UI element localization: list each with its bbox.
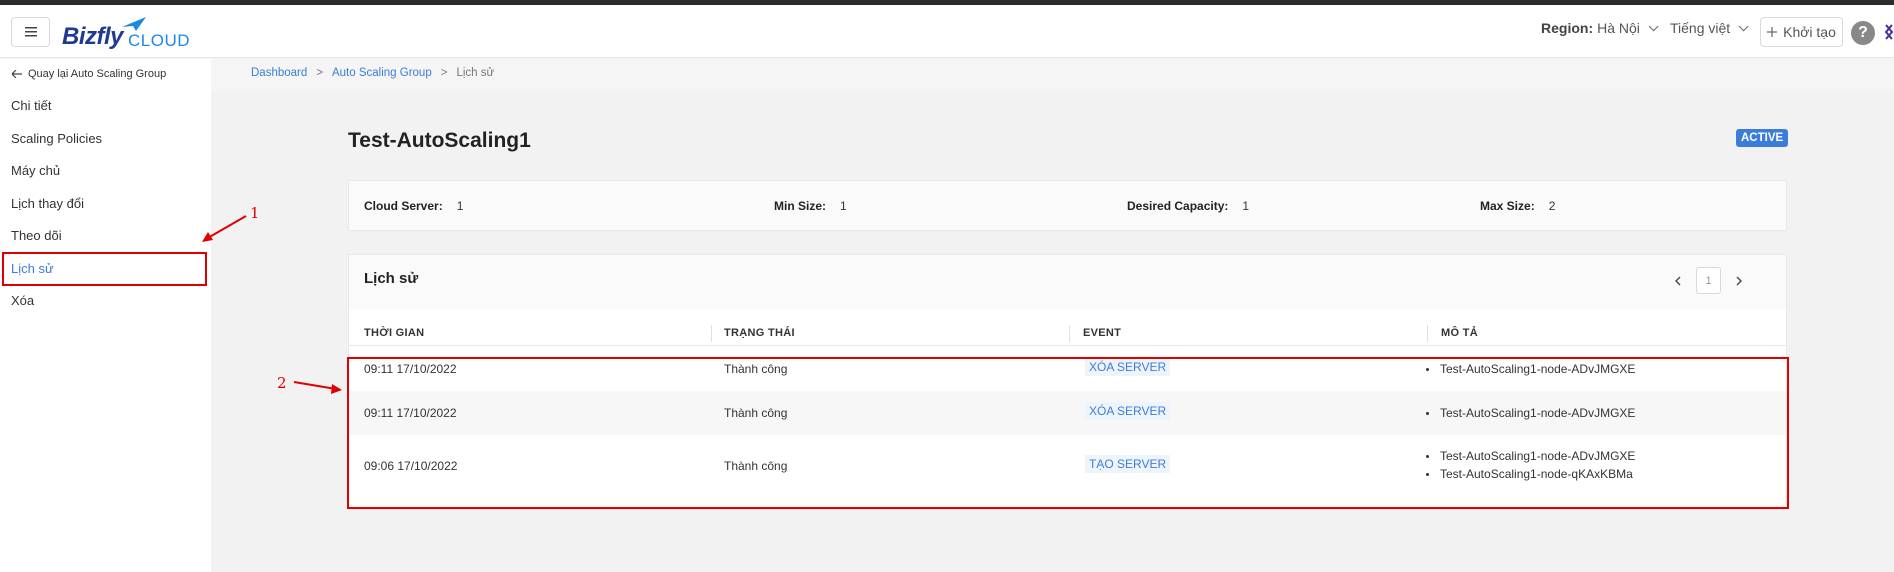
table-header: THỜI GIAN TRẠNG THÁI EVENT MÔ TẢ (349, 321, 1786, 346)
annotation-arrow-icon (293, 381, 342, 394)
help-icon[interactable]: ? (1851, 21, 1875, 45)
info-label: Cloud Server: (364, 199, 443, 213)
annotation-arrow-icon (202, 215, 247, 242)
chevron-right-icon[interactable] (1735, 276, 1743, 286)
column-separator (1427, 325, 1428, 342)
create-label: Khởi tạo (1783, 24, 1836, 40)
sidebar-item-monitoring[interactable]: Theo dõi (0, 220, 211, 253)
column-header-event: EVENT (1083, 327, 1122, 339)
breadcrumb-current: Lịch sử (456, 67, 495, 79)
column-header-status: TRẠNG THÁI (724, 327, 795, 339)
column-header-description: MÔ TẢ (1441, 327, 1478, 339)
history-title: Lịch sử (364, 270, 419, 287)
language-selector[interactable]: Tiếng việt (1670, 20, 1749, 36)
annotation-box-table (347, 357, 1789, 509)
info-label: Min Size: (774, 199, 827, 213)
region-value: Hà Nội (1597, 20, 1640, 36)
breadcrumb-auto-scaling-group[interactable]: Auto Scaling Group (332, 67, 432, 79)
breadcrumb-separator: > (440, 67, 448, 79)
info-value: 1 (1242, 199, 1250, 213)
info-value: 1 (840, 199, 847, 213)
region-label: Region: (1541, 20, 1594, 36)
top-header: Bizfly CLOUD Region: Hà Nội Tiếng việt K… (0, 5, 1894, 58)
info-card: Cloud Server: 1 Min Size: 1 Desired Capa… (348, 180, 1787, 231)
chevron-down-icon (1738, 20, 1749, 31)
info-value: 1 (456, 199, 464, 213)
page-title: Test-AutoScaling1 (348, 129, 531, 152)
apps-icon[interactable] (1884, 23, 1894, 41)
breadcrumb-dashboard[interactable]: Dashboard (251, 67, 307, 79)
back-link[interactable]: Quay lại Auto Scaling Group (12, 68, 166, 80)
info-label: Desired Capacity: (1127, 199, 1229, 213)
info-desired-capacity: Desired Capacity: 1 (1127, 199, 1249, 213)
column-separator (1069, 325, 1070, 342)
annotation-box-sidebar (2, 252, 207, 286)
logo-text-primary: Bizfly (62, 23, 124, 50)
hamburger-icon (24, 27, 37, 37)
language-value: Tiếng việt (1670, 20, 1731, 36)
sidebar-item-detail[interactable]: Chi tiết (0, 90, 211, 123)
status-badge: ACTIVE (1736, 129, 1789, 147)
breadcrumb-separator: > (316, 67, 323, 79)
back-label: Quay lại Auto Scaling Group (28, 68, 167, 80)
chevron-down-icon (1648, 20, 1659, 31)
page-number[interactable]: 1 (1696, 267, 1721, 294)
bizfly-logo[interactable]: Bizfly CLOUD (62, 17, 192, 51)
column-header-time: THỜI GIAN (364, 327, 425, 339)
breadcrumb: Dashboard > Auto Scaling Group > Lịch sử (251, 67, 494, 79)
annotation-label-2: 2 (277, 374, 287, 392)
logo-text-secondary: CLOUD (128, 31, 191, 50)
info-max-size: Max Size: 2 (1480, 199, 1555, 213)
region-selector[interactable]: Region: Hà Nội (1541, 20, 1659, 36)
sidebar-item-servers[interactable]: Máy chủ (0, 155, 211, 188)
sidebar-item-scaling-policies[interactable]: Scaling Policies (0, 123, 211, 156)
column-separator (711, 325, 712, 342)
annotation-label-1: 1 (250, 204, 260, 222)
info-label: Max Size: (1480, 199, 1535, 213)
create-button[interactable]: Khởi tạo (1760, 17, 1843, 47)
info-cloud-server: Cloud Server: 1 (364, 199, 463, 213)
sidebar: Quay lại Auto Scaling Group Chi tiết Sca… (0, 59, 211, 572)
sidebar-item-delete[interactable]: Xóa (0, 285, 211, 318)
arrow-left-icon (12, 70, 22, 78)
sidebar-item-schedule[interactable]: Lịch thay đổi (0, 188, 211, 221)
menu-button[interactable] (11, 17, 50, 47)
plus-icon (1767, 27, 1778, 37)
pagination: 1 (1674, 267, 1743, 294)
chevron-left-icon[interactable] (1674, 276, 1682, 286)
info-min-size: Min Size: 1 (774, 199, 847, 213)
info-value: 2 (1548, 199, 1556, 213)
history-header (349, 255, 1786, 309)
